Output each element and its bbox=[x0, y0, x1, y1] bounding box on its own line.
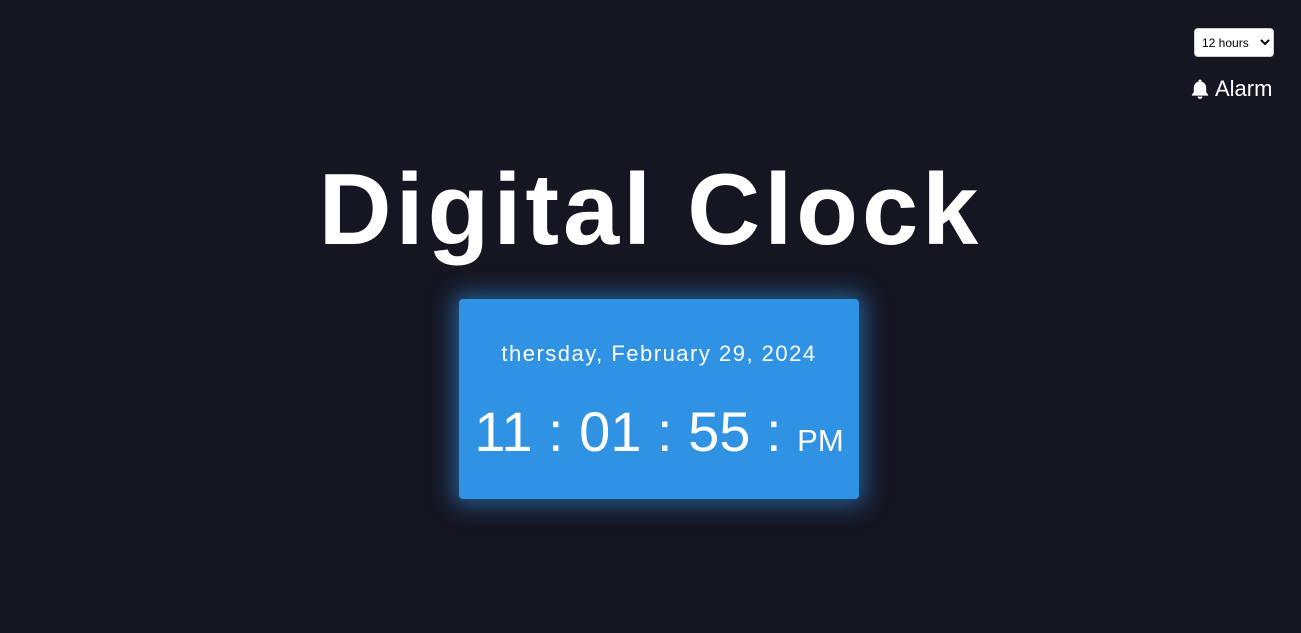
hours-value: 11 bbox=[474, 400, 533, 463]
page-title: Digital Clock bbox=[318, 154, 983, 266]
time-separator: : bbox=[657, 400, 673, 463]
minutes-value: 01 bbox=[579, 400, 642, 463]
alarm-label: Alarm bbox=[1215, 76, 1273, 101]
time-format-select[interactable]: 12 hours bbox=[1194, 28, 1274, 57]
alarm-button[interactable]: Alarm bbox=[1188, 75, 1272, 103]
time-text: 11 : 01 : 55 : PM bbox=[459, 399, 859, 474]
time-separator: : bbox=[548, 400, 564, 463]
ampm-indicator: PM bbox=[797, 423, 844, 458]
date-text: thersday, February 29, 2024 bbox=[501, 341, 817, 366]
clock-display: thersday, February 29, 2024 11 : 01 : 55… bbox=[459, 299, 859, 499]
seconds-value: 55 bbox=[688, 400, 751, 463]
time-separator: : bbox=[766, 400, 782, 463]
bell-icon bbox=[1188, 77, 1212, 101]
